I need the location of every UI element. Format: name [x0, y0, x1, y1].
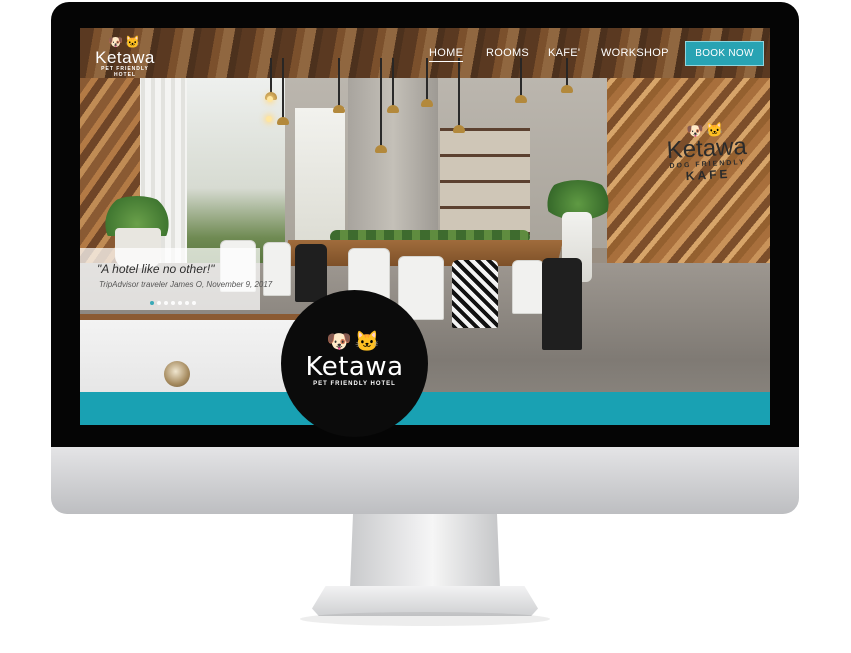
- top-navbar: 🐶🐱 Ketawa PET FRIENDLY HOTEL HOME ROOMS …: [80, 28, 770, 78]
- carousel-dots: [150, 301, 196, 307]
- monitor-stand-neck: [350, 514, 500, 588]
- teal-banner: [80, 392, 770, 425]
- testimonial-author: TripAdvisor traveler James O, November 9…: [99, 280, 273, 289]
- chair: [452, 260, 498, 328]
- nav-link-home[interactable]: HOME: [429, 47, 464, 62]
- chair: [542, 258, 582, 350]
- logo-badge: 🐶🐱 Ketawa PET FRIENDLY HOTEL: [281, 290, 428, 437]
- logo-brand: Ketawa: [95, 48, 155, 67]
- glass-jar: [164, 361, 190, 387]
- lamp-glow: [267, 96, 273, 102]
- chair: [295, 244, 327, 302]
- carousel-dot[interactable]: [185, 301, 189, 305]
- window: [295, 108, 345, 248]
- badge-tagline: PET FRIENDLY HOTEL: [313, 381, 396, 387]
- lamp-glow: [266, 116, 272, 122]
- monitor-shadow: [300, 612, 550, 626]
- chair: [512, 260, 544, 314]
- carousel-dot[interactable]: [171, 301, 175, 305]
- badge-brand: Ketawa: [305, 352, 404, 382]
- carousel-dot[interactable]: [164, 301, 168, 305]
- nav-link-kafe[interactable]: KAFE': [548, 47, 580, 59]
- book-now-button[interactable]: BOOK NOW: [685, 41, 764, 66]
- carousel-dot[interactable]: [157, 301, 161, 305]
- carousel-dot[interactable]: [150, 301, 154, 305]
- nav-link-workshop[interactable]: WORKSHOP: [601, 47, 669, 59]
- carousel-dot[interactable]: [192, 301, 196, 305]
- testimonial-quote: "A hotel like no other!": [97, 262, 215, 276]
- dog-cat-icon: 🐶🐱: [326, 331, 383, 353]
- logo-tagline: PET FRIENDLY HOTEL: [101, 66, 149, 78]
- nav-link-rooms[interactable]: ROOMS: [486, 47, 529, 59]
- monitor-chin: [51, 447, 799, 514]
- cafe-shelf: [440, 128, 530, 243]
- carousel-dot[interactable]: [178, 301, 182, 305]
- site-logo[interactable]: 🐶🐱 Ketawa PET FRIENDLY HOTEL: [90, 36, 160, 79]
- wall-sign: 🐶🐱 Ketawa DOG FRIENDLY KAFE: [646, 120, 769, 186]
